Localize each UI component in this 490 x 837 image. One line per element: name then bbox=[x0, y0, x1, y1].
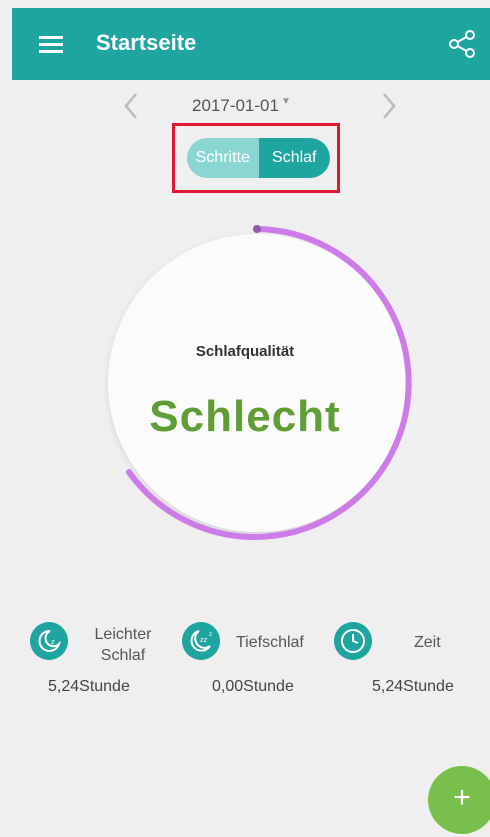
menu-icon[interactable] bbox=[39, 32, 67, 56]
stat-label: Tiefschlaf bbox=[236, 634, 304, 651]
previous-day-chevron-icon[interactable] bbox=[110, 86, 150, 126]
stat-label: Zeit bbox=[414, 634, 441, 651]
page-title: Startseite bbox=[96, 30, 197, 55]
moon-icon: z bbox=[30, 622, 68, 660]
stat-label: Leichter Schlaf bbox=[94, 626, 152, 664]
caret-down-icon: ▼ bbox=[280, 96, 291, 107]
gauge-face bbox=[108, 234, 406, 532]
gauge-start-dot bbox=[253, 225, 261, 233]
sleep-quality-gauge bbox=[108, 225, 412, 540]
stat-value: 5,24Stunde bbox=[48, 678, 130, 695]
next-day-chevron-icon[interactable] bbox=[370, 86, 410, 126]
svg-text:zz: zz bbox=[200, 636, 208, 644]
date-picker[interactable]: 2017-01-01 ▼ bbox=[192, 96, 291, 116]
tab-sleep[interactable]: Schlaf bbox=[258, 138, 330, 178]
tab-steps[interactable]: Schritte bbox=[187, 138, 259, 178]
clock-icon bbox=[334, 622, 372, 660]
svg-text:z: z bbox=[209, 631, 212, 638]
mode-toggle[interactable]: Schritte Schlaf bbox=[187, 138, 330, 178]
date-value: 2017-01-01 bbox=[192, 96, 279, 115]
moon-zzz-icon: zz z bbox=[182, 622, 220, 660]
app-bar: Startseite bbox=[12, 8, 490, 80]
share-icon[interactable] bbox=[446, 28, 478, 60]
add-button[interactable]: + bbox=[428, 766, 490, 834]
date-selector: 2017-01-01 ▼ bbox=[100, 86, 420, 126]
stat-value: 0,00Stunde bbox=[212, 678, 294, 695]
svg-text:z: z bbox=[51, 638, 55, 646]
quality-label: Schlafqualität bbox=[195, 343, 295, 360]
quality-value: Schlecht bbox=[149, 392, 341, 441]
stat-value: 5,24Stunde bbox=[372, 678, 454, 695]
